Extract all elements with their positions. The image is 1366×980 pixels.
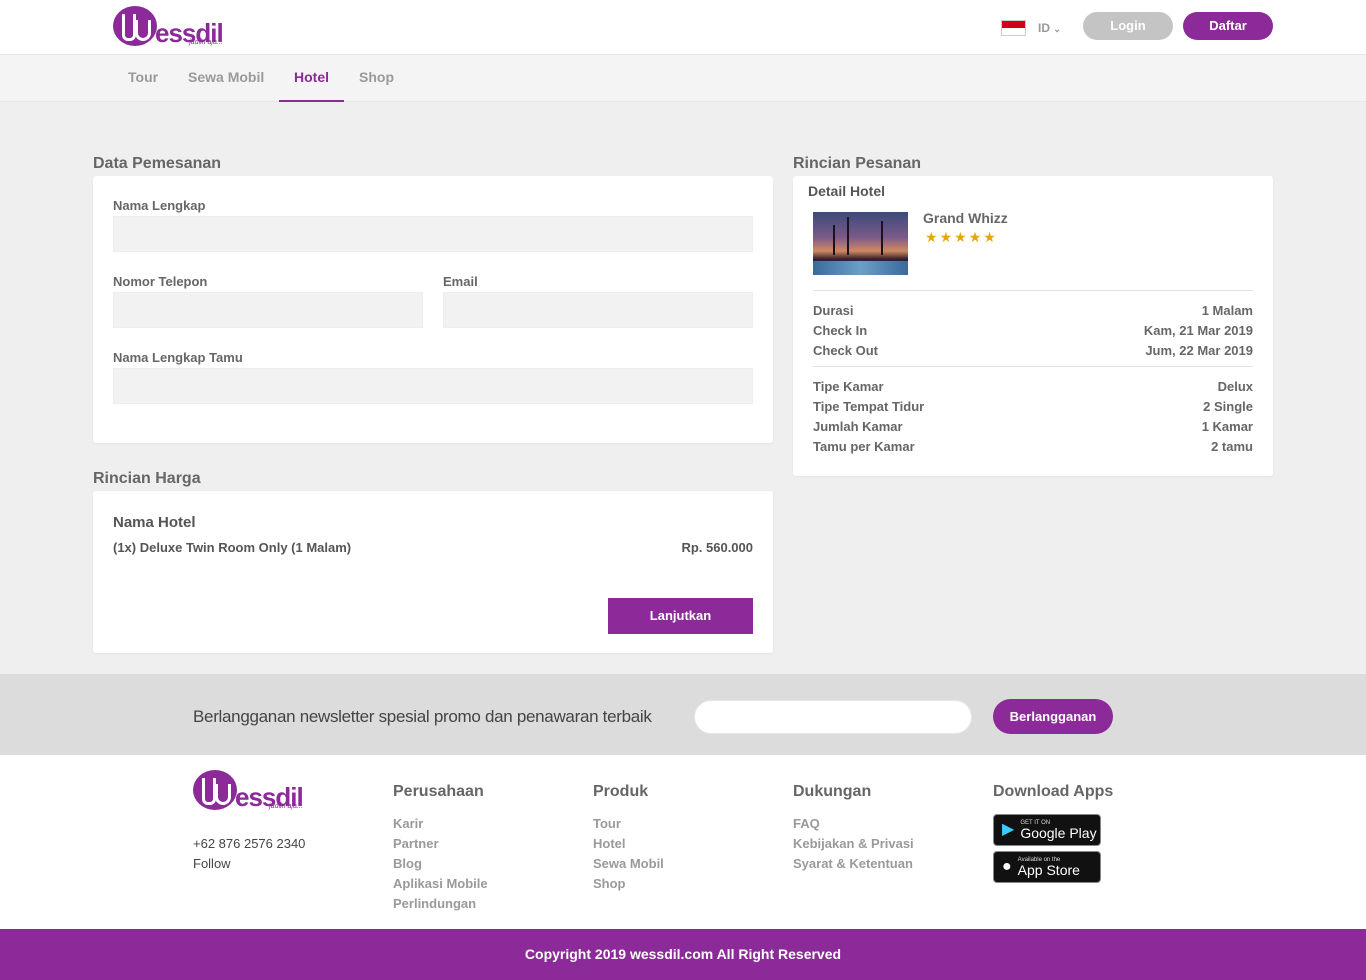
hotel-rating: ★ ★ ★ ★ ★ bbox=[925, 230, 996, 244]
phone-label: Nomor Telepon bbox=[113, 274, 208, 289]
footer-link-mobile-app[interactable]: Aplikasi Mobile bbox=[393, 876, 488, 891]
brand-tagline: jadiin aja... bbox=[189, 39, 223, 46]
full-name-input[interactable] bbox=[113, 216, 753, 252]
star-icon: ★ bbox=[954, 229, 967, 245]
star-icon: ★ bbox=[983, 229, 996, 245]
footer-phone: +62 876 2576 2340 bbox=[193, 836, 306, 851]
indonesia-flag-icon bbox=[1001, 20, 1026, 36]
footer-link-tour[interactable]: Tour bbox=[593, 816, 621, 831]
check-in-value: Kam, 21 Mar 2019 bbox=[1143, 323, 1253, 338]
order-details-title: Rincian Pesanan bbox=[793, 155, 922, 172]
continue-button[interactable]: Lanjutkan bbox=[608, 598, 753, 634]
copyright-bar: Copyright 2019 wessdil.com All Right Res… bbox=[0, 929, 1366, 980]
nav-hotel[interactable]: Hotel bbox=[279, 55, 344, 102]
hotel-thumbnail[interactable] bbox=[813, 212, 908, 275]
footer: essdil jadiin aja... +62 876 2576 2340 Fo… bbox=[0, 755, 1366, 929]
price-details-title: Rincian Harga bbox=[93, 470, 201, 487]
room-line-item: (1x) Deluxe Twin Room Only (1 Malam) bbox=[113, 540, 352, 555]
language-selector[interactable]: ID ⌄ bbox=[1001, 20, 1061, 36]
footer-link-blog[interactable]: Blog bbox=[393, 856, 422, 871]
guests-per-room-value: 2 tamu bbox=[1211, 439, 1253, 454]
app-store-text: App Store bbox=[1017, 862, 1080, 878]
footer-apps-title: Download Apps bbox=[993, 783, 1114, 800]
subscribe-button[interactable]: Berlangganan bbox=[993, 699, 1113, 734]
room-type-value: Delux bbox=[1217, 379, 1253, 394]
bed-type-label: Tipe Tempat Tidur bbox=[813, 399, 925, 414]
app-store-badge[interactable]: ● Available on the App Store bbox=[993, 851, 1101, 883]
divider bbox=[813, 366, 1253, 367]
language-code: ID bbox=[1038, 21, 1050, 35]
newsletter-email-input[interactable] bbox=[694, 700, 972, 734]
apple-icon: ● bbox=[1002, 858, 1012, 875]
room-count-value: 1 Kamar bbox=[1201, 419, 1253, 434]
google-play-badge[interactable]: ▶ GET IT ON Google Play bbox=[993, 814, 1101, 846]
divider bbox=[813, 290, 1253, 291]
footer-link-car-rental[interactable]: Sewa Mobil bbox=[593, 856, 664, 871]
order-details-card: Detail Hotel Grand Whizz ★ ★ ★ ★ ★ Duras… bbox=[793, 176, 1273, 476]
footer-link-terms[interactable]: Syarat & Ketentuan bbox=[793, 856, 913, 871]
hotel-name-label: Nama Hotel bbox=[113, 514, 196, 531]
google-play-text: Google Play bbox=[1020, 825, 1097, 841]
room-line-price: Rp. 560.000 bbox=[681, 540, 753, 555]
footer-link-karir[interactable]: Karir bbox=[393, 816, 423, 831]
star-icon: ★ bbox=[968, 229, 982, 245]
guest-name-label: Nama Lengkap Tamu bbox=[113, 350, 243, 365]
check-in-label: Check In bbox=[813, 323, 868, 338]
full-name-label: Nama Lengkap bbox=[113, 198, 206, 213]
brand-tagline: jadiin aja... bbox=[269, 803, 303, 810]
newsletter-bar: Berlangganan newsletter spesial promo da… bbox=[0, 674, 1366, 755]
logo-mark-icon bbox=[193, 770, 237, 810]
footer-link-partner[interactable]: Partner bbox=[393, 836, 439, 851]
footer-link-protection[interactable]: Perlindungan bbox=[393, 896, 476, 911]
top-header: essdil jadiin aja... ID ⌄ Login Daftar bbox=[0, 0, 1366, 55]
duration-label: Durasi bbox=[813, 303, 854, 318]
guest-name-input[interactable] bbox=[113, 368, 753, 404]
duration-value: 1 Malam bbox=[1201, 303, 1253, 318]
nav-shop[interactable]: Shop bbox=[344, 55, 409, 102]
hotel-name: Grand Whizz bbox=[923, 210, 1008, 226]
check-out-value: Jum, 22 Mar 2019 bbox=[1145, 343, 1253, 358]
booking-form-title: Data Pemesanan bbox=[93, 155, 222, 172]
login-button[interactable]: Login bbox=[1083, 12, 1173, 40]
google-play-icon: ▶ bbox=[1002, 821, 1015, 838]
footer-logo[interactable]: essdil jadiin aja... bbox=[193, 770, 304, 810]
footer-link-privacy[interactable]: Kebijakan & Privasi bbox=[793, 836, 914, 851]
hotel-detail-heading: Detail Hotel bbox=[808, 183, 886, 199]
email-input[interactable] bbox=[443, 292, 753, 328]
star-icon: ★ bbox=[939, 229, 953, 245]
room-count-label: Jumlah Kamar bbox=[813, 419, 903, 434]
booking-form-card: Nama Lengkap Nomor Telepon Email Nama Le… bbox=[93, 176, 773, 443]
price-details-card: Nama Hotel (1x) Deluxe Twin Room Only (1… bbox=[93, 491, 773, 653]
main-nav: Tour Sewa Mobil Hotel Shop bbox=[0, 55, 1366, 102]
logo-mark-icon bbox=[113, 6, 157, 46]
footer-col-support-title: Dukungan bbox=[793, 783, 872, 800]
guests-per-room-label: Tamu per Kamar bbox=[813, 439, 915, 454]
nav-tour[interactable]: Tour bbox=[113, 55, 173, 102]
bed-type-value: 2 Single bbox=[1203, 399, 1253, 414]
phone-input[interactable] bbox=[113, 292, 423, 328]
email-label: Email bbox=[443, 274, 478, 289]
chevron-down-icon: ⌄ bbox=[1053, 24, 1061, 34]
register-button[interactable]: Daftar bbox=[1183, 12, 1273, 40]
footer-follow: Follow bbox=[193, 856, 231, 871]
footer-link-shop[interactable]: Shop bbox=[593, 876, 626, 891]
footer-link-hotel[interactable]: Hotel bbox=[593, 836, 626, 851]
check-out-label: Check Out bbox=[813, 343, 879, 358]
room-type-label: Tipe Kamar bbox=[813, 379, 884, 394]
nav-sewa-mobil[interactable]: Sewa Mobil bbox=[173, 55, 279, 102]
star-icon: ★ bbox=[925, 229, 938, 245]
footer-col-product-title: Produk bbox=[593, 783, 649, 800]
newsletter-text: Berlangganan newsletter spesial promo da… bbox=[193, 707, 652, 726]
footer-link-faq[interactable]: FAQ bbox=[793, 816, 820, 831]
footer-col-company-title: Perusahaan bbox=[393, 783, 484, 800]
brand-logo[interactable]: essdil jadiin aja... bbox=[113, 6, 224, 46]
